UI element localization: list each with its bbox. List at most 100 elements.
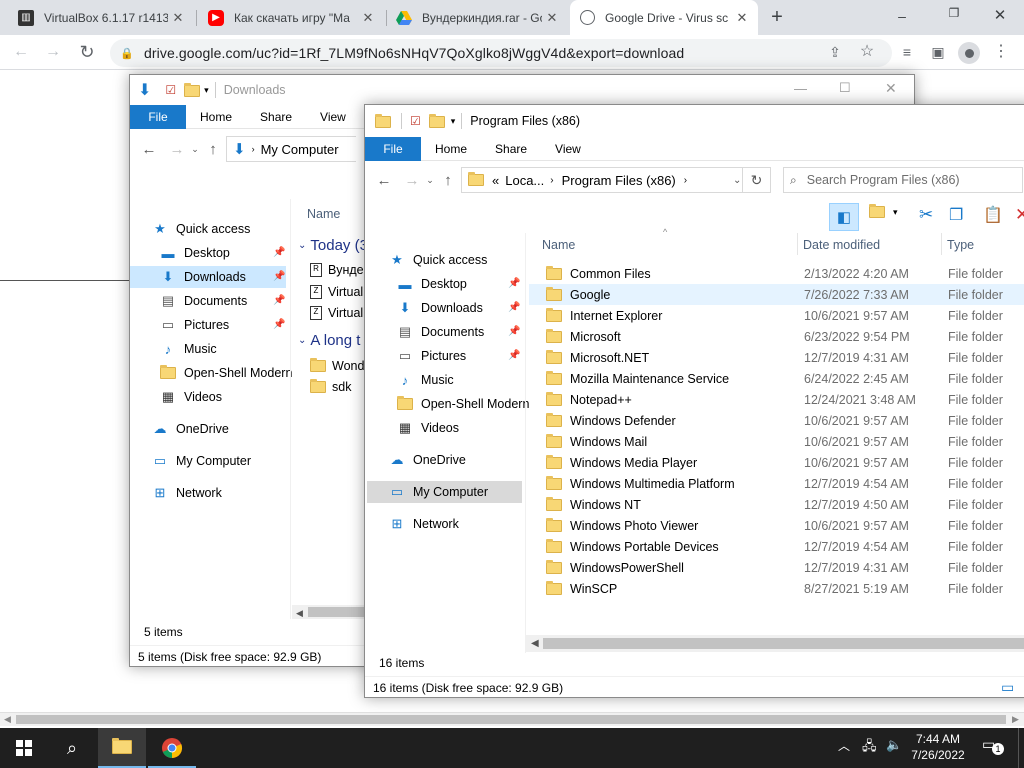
close-tab-icon[interactable]: ✕ (358, 10, 378, 26)
group-header-today[interactable]: ⌄ Today (3 (298, 237, 368, 254)
start-button[interactable] (0, 728, 48, 768)
file-row[interactable]: Common Files 2/13/2022 4:20 AM File folder (529, 263, 1024, 284)
tab-view[interactable]: View (306, 105, 360, 129)
nav-item-videos[interactable]: ▦ Videos (160, 386, 222, 408)
tab-home[interactable]: Home (186, 105, 246, 129)
nav-item-open-shell[interactable]: Open-Shell Modern (397, 393, 529, 415)
file-row[interactable]: Google 7/26/2022 7:33 AM File folder (529, 284, 1024, 305)
show-desktop-button[interactable] (1018, 728, 1024, 768)
column-header-type[interactable]: Type (947, 238, 974, 252)
horizontal-scrollbar[interactable]: ◀ (292, 605, 372, 619)
bookmark-star-icon[interactable]: ☆ (856, 41, 878, 63)
recent-locations-icon[interactable]: ⌄ (423, 175, 437, 186)
chrome-menu-icon[interactable]: ⋮ (990, 41, 1012, 63)
tab-share[interactable]: Share (246, 105, 306, 129)
address-bar[interactable]: ⬇ › My Computer (226, 136, 356, 162)
nav-item-videos[interactable]: ▦ Videos (397, 417, 459, 439)
tab-google-drive-virus-scan[interactable]: Google Drive - Virus sc ✕ (570, 0, 758, 35)
file-row[interactable]: WindowsPowerShell 12/7/2019 4:31 AM File f… (529, 557, 1024, 578)
nav-item-open-shell[interactable]: Open-Shell Modern (160, 362, 292, 384)
address-bar[interactable]: 🔒 drive.google.com/uc?id=1Rf_7LM9fNo6sNH… (110, 39, 892, 67)
up-icon[interactable]: ↑ (437, 172, 459, 189)
nav-item-pictures[interactable]: ▭ Pictures (397, 345, 466, 367)
group-header-long-time-ago[interactable]: ⌄ A long t (298, 332, 360, 349)
address-dropdown-icon[interactable]: ⌄ (733, 175, 741, 186)
forward-icon[interactable]: → (166, 141, 188, 158)
scroll-left-icon[interactable]: ◀ (4, 714, 11, 725)
nav-item-music[interactable]: ♪ Music (160, 338, 217, 360)
new-folder-icon[interactable] (184, 82, 201, 97)
nav-item-desktop[interactable]: ▬ Desktop (397, 273, 467, 295)
side-panel-icon[interactable]: ▣ (927, 41, 949, 63)
breadcrumb-local-disk[interactable]: Loca... (505, 173, 544, 188)
search-icon[interactable]: ⌕ (48, 728, 96, 768)
refresh-icon[interactable]: ↻ (743, 167, 771, 193)
close-tab-icon[interactable]: ✕ (542, 10, 562, 26)
tab-file[interactable]: File (365, 136, 421, 161)
preview-pane-icon[interactable]: ◧ (829, 203, 859, 231)
column-header-date-modified[interactable]: Date modified (803, 238, 880, 252)
tab-file[interactable]: File (130, 104, 186, 129)
nav-item-onedrive[interactable]: ☁ OneDrive (389, 449, 466, 471)
file-row[interactable]: Windows Defender 10/6/2021 9:57 AM File fo… (529, 410, 1024, 431)
tab-share[interactable]: Share (481, 137, 541, 161)
nav-item-quick-access[interactable]: ★ Quick access (389, 249, 487, 271)
reload-icon[interactable]: ↻ (76, 41, 98, 63)
file-explorer-taskbar-button[interactable] (98, 728, 146, 768)
nav-item-quick-access[interactable]: ★ Quick access (152, 218, 250, 240)
properties-icon[interactable]: ☑ (165, 83, 176, 97)
details-view-icon[interactable]: ▭ (1001, 679, 1014, 696)
file-row[interactable]: Microsoft.NET 12/7/2019 4:31 AM File folde… (529, 347, 1024, 368)
file-row[interactable]: Notepad++ 12/24/2021 3:48 AM File folder (529, 389, 1024, 410)
file-row[interactable]: Windows Photo Viewer 10/6/2021 9:57 AM Fil… (529, 515, 1024, 536)
share-icon[interactable]: ⇪ (824, 41, 846, 63)
tab-view[interactable]: View (541, 137, 595, 161)
up-icon[interactable]: ↑ (202, 141, 224, 158)
delete-icon[interactable]: ✕ (1015, 205, 1024, 225)
minimize-window-icon[interactable]: – (892, 8, 912, 24)
scrollbar-thumb[interactable] (16, 715, 1006, 724)
file-row[interactable]: Windows NT 12/7/2019 4:50 AM File folder (529, 494, 1024, 515)
properties-icon[interactable]: ☑ (410, 114, 421, 128)
nav-item-my-computer[interactable]: ▭ My Computer (367, 481, 522, 503)
close-icon[interactable]: ✕ (885, 80, 897, 97)
minimize-icon[interactable]: — (794, 81, 807, 96)
folder-item[interactable]: sdk (310, 379, 351, 394)
nav-item-documents[interactable]: ▤ Documents (160, 290, 247, 312)
file-row[interactable]: Microsoft 6/23/2022 9:54 PM File folder (529, 326, 1024, 347)
tab-google-drive-file[interactable]: Вундеркиндия.rar - Go ✕ (386, 0, 568, 35)
search-box[interactable]: ⌕ Search Program Files (x86) (783, 167, 1023, 193)
file-row[interactable]: Mozilla Maintenance Service 6/24/2022 2:4… (529, 368, 1024, 389)
nav-item-music[interactable]: ♪ Music (397, 369, 454, 391)
nav-item-downloads[interactable]: ⬇ Downloads (130, 266, 286, 288)
copy-icon[interactable]: ❐ (949, 205, 963, 225)
nav-item-downloads[interactable]: ⬇ Downloads (397, 297, 483, 319)
folder-item[interactable]: Wonde (310, 358, 371, 373)
file-item[interactable]: Z Virtual (310, 306, 363, 320)
file-row[interactable]: Windows Portable Devices 12/7/2019 4:54 A… (529, 536, 1024, 557)
back-icon[interactable]: ← (138, 141, 160, 158)
customize-qat-icon[interactable]: ▾ (204, 85, 209, 96)
column-header-name[interactable]: Name (542, 238, 575, 252)
file-row[interactable]: Windows Media Player 10/6/2021 9:57 AM Fil… (529, 452, 1024, 473)
column-header-name[interactable]: Name (307, 207, 340, 221)
nav-item-network[interactable]: ⊞ Network (389, 513, 459, 535)
file-row[interactable]: WinSCP 8/27/2021 5:19 AM File folder (529, 578, 1024, 599)
file-row[interactable]: Internet Explorer 10/6/2021 9:57 AM File f… (529, 305, 1024, 326)
tab-home[interactable]: Home (421, 137, 481, 161)
network-status-icon[interactable]: 🖧 (862, 737, 877, 759)
file-item[interactable]: R Вундер (310, 263, 371, 277)
maximize-icon[interactable]: ☐ (839, 80, 851, 96)
breadcrumb-program-files[interactable]: Program Files (x86) (562, 173, 676, 188)
scroll-right-icon[interactable]: ▶ (1012, 714, 1019, 725)
action-center-icon[interactable]: ▭ 1 (982, 736, 1008, 760)
restore-window-icon[interactable]: ❐ (944, 6, 964, 20)
chrome-taskbar-button[interactable] (148, 728, 196, 768)
forward-icon[interactable]: → (401, 172, 423, 189)
clock[interactable]: 7:44 AM 7/26/2022 (900, 731, 976, 763)
new-tab-button[interactable]: + (766, 6, 788, 28)
close-tab-icon[interactable]: ✕ (168, 10, 188, 26)
paste-icon[interactable]: 📋 (983, 205, 1003, 225)
back-arrow-icon[interactable]: ← (10, 41, 32, 63)
nav-item-network[interactable]: ⊞ Network (152, 482, 222, 504)
